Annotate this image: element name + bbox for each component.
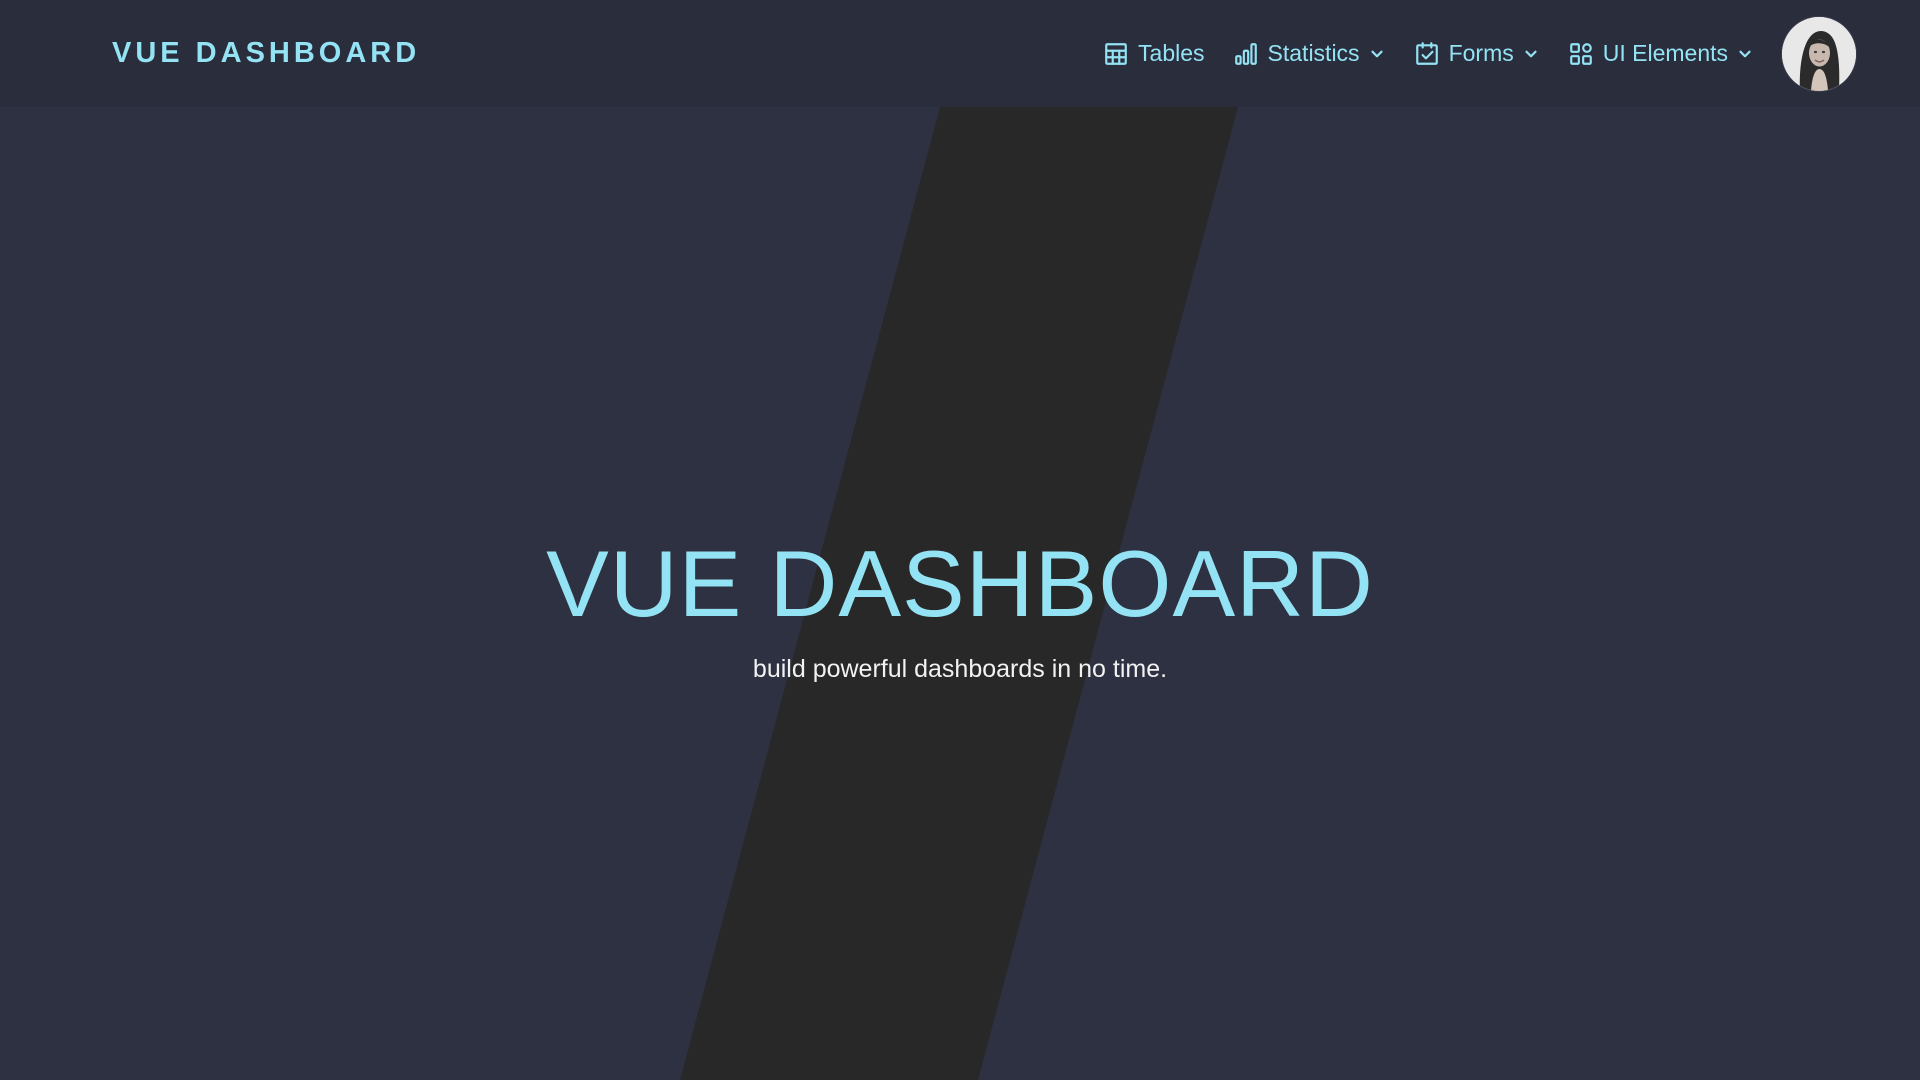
nav-item-forms[interactable]: Forms: [1414, 40, 1540, 67]
chevron-down-icon: [1368, 45, 1386, 63]
nav-item-label: Tables: [1138, 40, 1205, 66]
hero-section: VUE DASHBOARD build powerful dashboards …: [0, 107, 1920, 1080]
hero-title: VUE DASHBOARD: [546, 531, 1374, 636]
bar-chart-icon: [1233, 41, 1259, 67]
main-nav: Tables Statistics Forms UI Elements: [1103, 0, 1754, 107]
nav-item-ui-elements[interactable]: UI Elements: [1568, 40, 1754, 67]
nav-item-label: Forms: [1448, 40, 1514, 66]
avatar-portrait-icon: [1782, 17, 1856, 91]
brand-logo[interactable]: VUE DASHBOARD: [112, 0, 420, 107]
page: VUE DASHBOARD Tables Statistics Forms UI…: [0, 0, 1920, 1080]
user-avatar[interactable]: [1782, 17, 1856, 91]
chevron-down-icon: [1736, 45, 1754, 63]
top-navbar: VUE DASHBOARD Tables Statistics Forms UI…: [0, 0, 1920, 107]
table-icon: [1103, 41, 1129, 67]
chevron-down-icon: [1522, 45, 1540, 63]
nav-item-tables[interactable]: Tables: [1103, 40, 1205, 67]
nav-item-label: UI Elements: [1602, 40, 1728, 66]
grid-apps-icon: [1568, 41, 1594, 67]
hero-subtitle: build powerful dashboards in no time.: [752, 655, 1168, 683]
nav-item-statistics[interactable]: Statistics: [1233, 40, 1386, 67]
calendar-check-icon: [1414, 41, 1440, 67]
nav-item-label: Statistics: [1267, 40, 1360, 66]
